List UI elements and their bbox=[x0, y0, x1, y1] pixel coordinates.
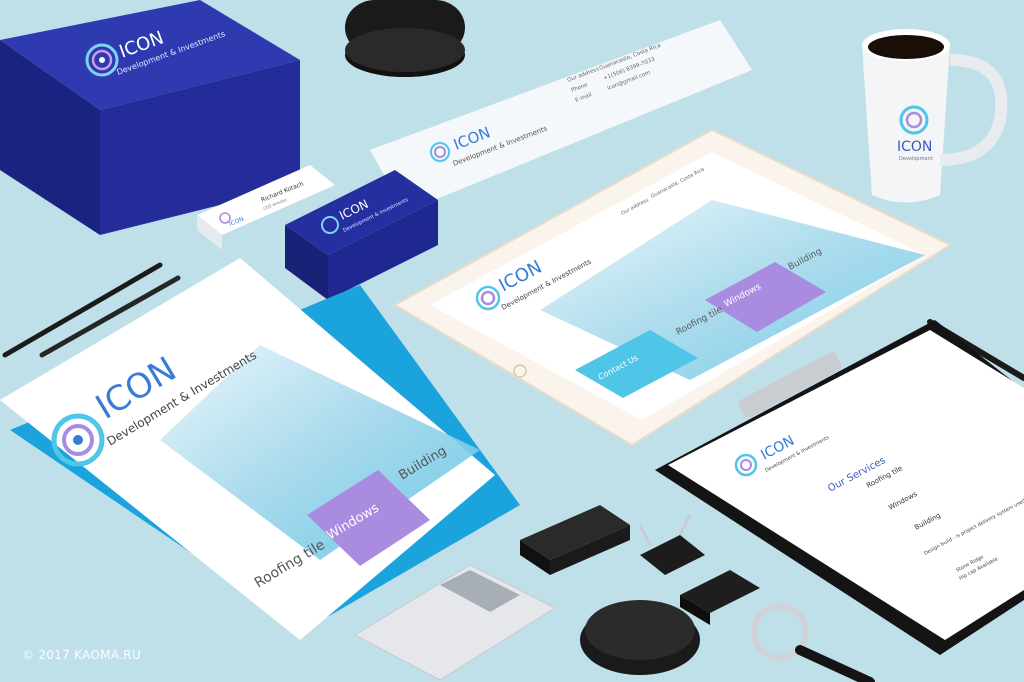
copyright-symbol: © bbox=[22, 648, 35, 662]
mug-brand-name: ICON bbox=[897, 139, 932, 155]
hole-punch bbox=[580, 600, 700, 675]
magnifying-glass-icon bbox=[751, 603, 875, 682]
binder-clip bbox=[638, 514, 705, 575]
coffee-mug: ICON Development bbox=[862, 29, 1008, 203]
mug-brand-tagline: Development bbox=[899, 156, 933, 162]
usb-drive bbox=[520, 505, 630, 575]
pen-holder bbox=[345, 0, 465, 77]
copyright-caption: © 2017 KAOMA.RU bbox=[22, 648, 141, 662]
eraser-block bbox=[680, 570, 760, 625]
stationery-mockup-scene: ICON Development & Investments ICON Deve… bbox=[0, 0, 1024, 682]
copyright-text: 2017 KAOMA.RU bbox=[38, 648, 141, 662]
